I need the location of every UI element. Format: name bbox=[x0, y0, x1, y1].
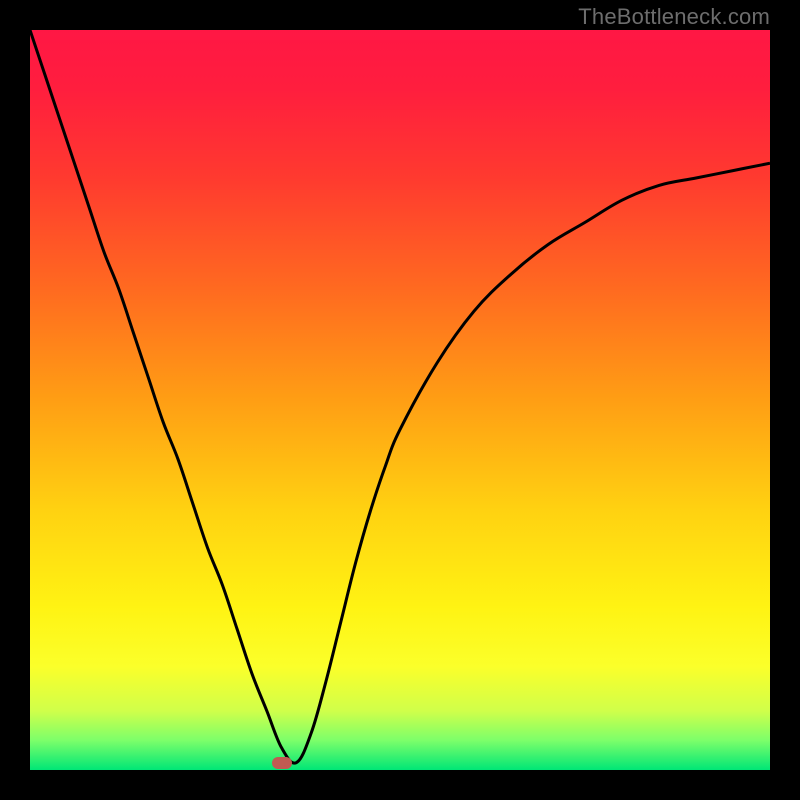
chart-frame: TheBottleneck.com bbox=[0, 0, 800, 800]
plot-area bbox=[30, 30, 770, 770]
curve-layer bbox=[30, 30, 770, 770]
minimum-marker bbox=[272, 757, 292, 769]
watermark-text: TheBottleneck.com bbox=[578, 4, 770, 30]
bottleneck-curve bbox=[30, 30, 770, 763]
